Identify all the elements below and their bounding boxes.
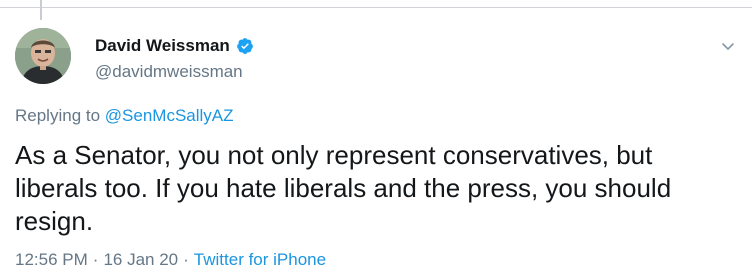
reply-handle-link[interactable]: @SenMcSallyAZ bbox=[105, 106, 234, 125]
replying-to-label: Replying to bbox=[15, 106, 101, 125]
tweet-text: As a Senator, you not only represent con… bbox=[15, 140, 672, 236]
chevron-down-icon[interactable] bbox=[720, 38, 736, 54]
verified-badge-icon bbox=[236, 37, 254, 55]
display-name[interactable]: David Weissman bbox=[95, 36, 230, 56]
thread-connector-line bbox=[40, 0, 42, 20]
meta-separator: · bbox=[92, 250, 99, 269]
meta-separator: · bbox=[183, 250, 189, 269]
tweet-source-link[interactable]: Twitter for iPhone bbox=[194, 250, 326, 269]
author-row: David Weissman bbox=[95, 34, 254, 58]
tweet-date[interactable]: 16 Jan 20 bbox=[103, 250, 178, 269]
top-divider bbox=[0, 7, 752, 8]
user-avatar-photo bbox=[15, 28, 71, 84]
user-handle[interactable]: @davidmweissman bbox=[95, 62, 243, 82]
avatar[interactable] bbox=[15, 28, 71, 84]
tweet-meta: 12:56 PM · 16 Jan 20 · Twitter for iPhone bbox=[15, 250, 326, 270]
replying-to: Replying to @SenMcSallyAZ bbox=[15, 106, 234, 126]
tweet-time[interactable]: 12:56 PM bbox=[15, 250, 88, 269]
